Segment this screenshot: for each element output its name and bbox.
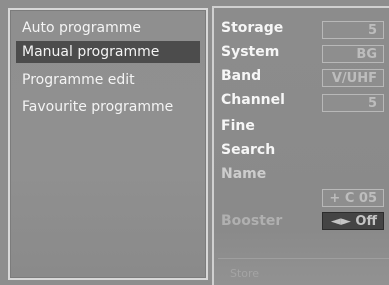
store-hint: Store [230, 267, 260, 280]
booster-value[interactable]: ◄► Off [322, 212, 384, 230]
booster-label: Booster [221, 213, 283, 229]
name-label[interactable]: Name [221, 166, 266, 182]
channel-label: Channel [221, 92, 285, 108]
menu-item-programme-edit[interactable]: Programme edit [22, 69, 135, 91]
menu-item-auto-programme[interactable]: Auto programme [22, 17, 141, 39]
search-label[interactable]: Search [221, 142, 275, 158]
system-value[interactable]: BG [322, 45, 384, 63]
menu-item-favourite-programme[interactable]: Favourite programme [22, 96, 173, 118]
name-value[interactable]: + C 05 [322, 189, 384, 207]
fine-label[interactable]: Fine [221, 118, 255, 134]
footer-divider [218, 258, 389, 259]
tv-osd-screen: Auto programme Manual programme Programm… [0, 0, 389, 285]
band-value[interactable]: V/UHF [322, 69, 384, 87]
manual-programme-settings: Storage 5 System BG Band V/UHF Channel 5… [212, 6, 389, 285]
system-label: System [221, 44, 280, 60]
programme-menu: Auto programme Manual programme Programm… [8, 8, 208, 280]
menu-item-manual-programme[interactable]: Manual programme [16, 41, 200, 63]
band-label: Band [221, 68, 262, 84]
channel-value[interactable]: 5 [322, 94, 384, 112]
storage-label: Storage [221, 20, 284, 36]
storage-value[interactable]: 5 [322, 21, 384, 39]
